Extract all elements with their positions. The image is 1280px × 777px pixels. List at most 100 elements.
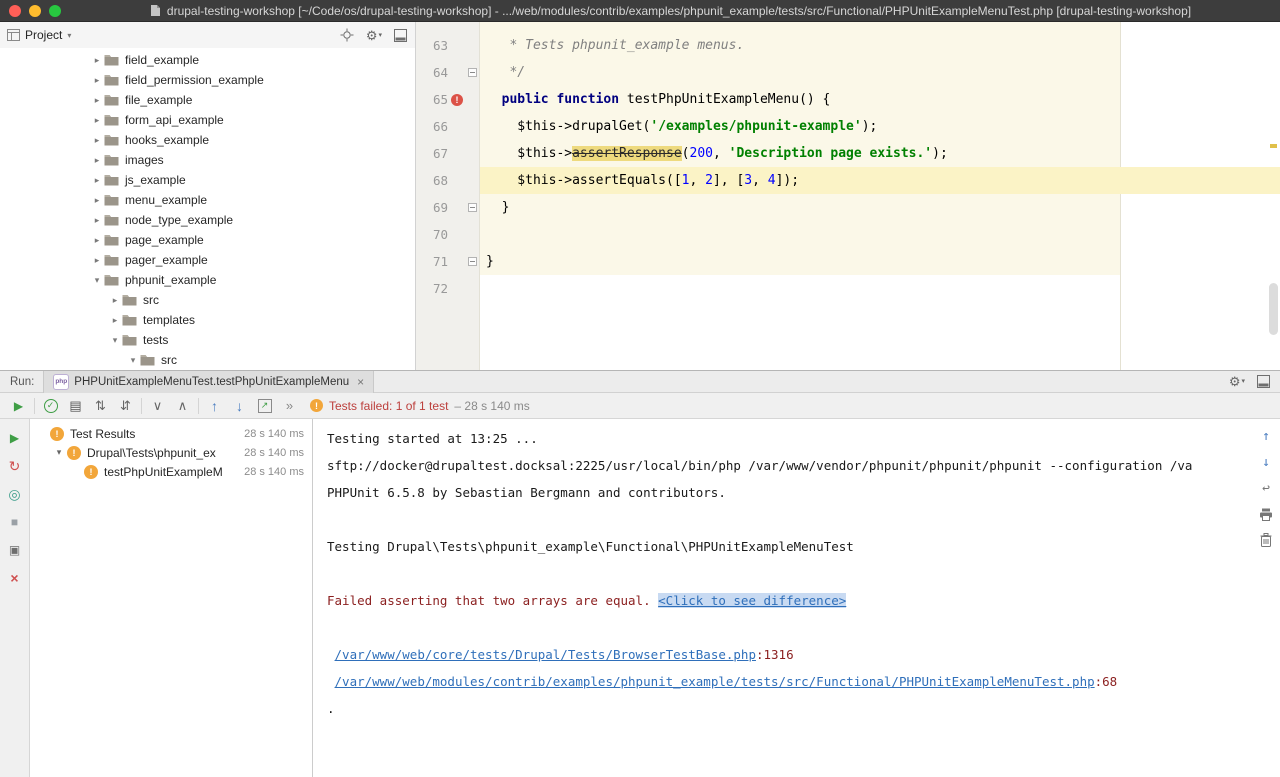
chevron-right-icon[interactable]: ▸	[90, 75, 104, 86]
code-line[interactable]: }	[480, 194, 1280, 221]
tree-item-js_example[interactable]: ▸js_example	[0, 170, 415, 190]
fold-marker-icon[interactable]	[468, 68, 477, 77]
chevron-right-icon[interactable]: ▸	[90, 155, 104, 166]
project-panel-title[interactable]: Project	[25, 28, 62, 42]
show-passed-button[interactable]: ✓	[38, 395, 63, 417]
chevron-right-icon[interactable]: ▸	[90, 95, 104, 106]
console-link[interactable]: /var/www/web/core/tests/Drupal/Tests/Bro…	[335, 647, 756, 662]
run-console[interactable]: Testing started at 13:25 ...sftp://docke…	[313, 419, 1280, 777]
scrollbar-thumb[interactable]	[1269, 283, 1278, 335]
console-link[interactable]: <Click to see difference>	[658, 593, 846, 608]
sort-by-duration-button[interactable]: ⇅	[88, 395, 113, 417]
rerun-failed-tests-button[interactable]: ↻	[4, 455, 26, 477]
sort-alphabetically-button[interactable]: ⇵	[113, 395, 138, 417]
chevron-down-icon[interactable]: ▾	[90, 275, 104, 286]
test-item-label: Test Results	[70, 427, 238, 441]
chevron-right-icon[interactable]: ▸	[90, 195, 104, 206]
soft-wrap-button[interactable]: ↩	[1257, 479, 1275, 497]
expand-all-button[interactable]: ∨	[145, 395, 170, 417]
hide-panel-button[interactable]	[394, 29, 407, 42]
import-export-results-button[interactable]: ↗	[252, 395, 277, 417]
code-line[interactable]: public function testPhpUnitExampleMenu()…	[480, 86, 1280, 113]
toggle-auto-test-button[interactable]: ◎	[4, 483, 26, 505]
tree-item-menu_example[interactable]: ▸menu_example	[0, 190, 415, 210]
fold-marker-icon[interactable]	[468, 257, 477, 266]
chevron-right-icon[interactable]: ▸	[90, 215, 104, 226]
chevron-right-icon[interactable]: ▸	[90, 255, 104, 266]
chevron-right-icon[interactable]: ▸	[90, 175, 104, 186]
code-line[interactable]: $this->drupalGet('/examples/phpunit-exam…	[480, 113, 1280, 140]
print-console-button[interactable]	[1257, 505, 1275, 523]
close-window-button[interactable]	[9, 5, 21, 17]
next-failed-test-button[interactable]: ↓	[227, 395, 252, 417]
tree-item-field_permission_example[interactable]: ▸field_permission_example	[0, 70, 415, 90]
tree-item-hooks_example[interactable]: ▸ hooks_example	[0, 130, 415, 150]
show-ignored-button[interactable]: ▤	[63, 395, 88, 417]
run-panel: Run: php PHPUnitExampleMenuTest.testPhpU…	[0, 370, 1280, 777]
tree-item-node_type_example[interactable]: ▸node_type_example	[0, 210, 415, 230]
tree-item-form_api_example[interactable]: ▸form_api_example	[0, 110, 415, 130]
code-line[interactable]: */	[480, 59, 1280, 86]
hide-run-panel-button[interactable]	[1257, 375, 1270, 388]
code-line[interactable]: $this->assertEquals([1, 2], [3, 4]);	[480, 167, 1280, 194]
locate-file-button[interactable]	[340, 28, 354, 42]
run-settings-button[interactable]: ⚙▾	[1229, 375, 1245, 388]
previous-failed-test-button[interactable]: ↑	[202, 395, 227, 417]
test-tree-item[interactable]: !Test Results28 s 140 ms	[30, 424, 312, 443]
tree-item-images[interactable]: ▸images	[0, 150, 415, 170]
gutter-row: 67	[422, 140, 479, 167]
chevron-down-icon[interactable]: ▾	[126, 355, 140, 366]
test-failed-gutter-icon[interactable]: !	[451, 94, 463, 106]
code-pane[interactable]: * Tests phpunit_example menus. */ public…	[480, 22, 1280, 370]
chevron-right-icon[interactable]: ▸	[90, 135, 104, 146]
minimize-window-button[interactable]	[29, 5, 41, 17]
fold-marker-icon[interactable]	[468, 203, 477, 212]
code-line[interactable]	[480, 221, 1280, 248]
tree-item-templates[interactable]: ▸templates	[0, 310, 415, 330]
tree-item-page_example[interactable]: ▸page_example	[0, 230, 415, 250]
tree-item-src[interactable]: ▸src	[0, 290, 415, 310]
tree-item-label: hooks_example	[125, 133, 209, 147]
gutter-icon-slot: !	[448, 94, 466, 106]
collapse-all-button[interactable]: ∧	[170, 395, 195, 417]
code-line[interactable]: }	[480, 248, 1280, 275]
chevron-right-icon[interactable]: ▸	[108, 315, 122, 326]
restore-layout-button[interactable]: ▣	[4, 539, 26, 561]
close-panel-button[interactable]: ×	[4, 567, 26, 589]
tree-item-field_example[interactable]: ▸field_example	[0, 50, 415, 70]
zoom-window-button[interactable]	[49, 5, 61, 17]
editor-scrollbar[interactable]	[1266, 22, 1280, 370]
tree-item-tests[interactable]: ▾tests	[0, 330, 415, 350]
code-line[interactable]: * Tests phpunit_example menus.	[480, 32, 1280, 59]
code-text: ], [	[713, 173, 744, 188]
tree-item-file_example[interactable]: ▸file_example	[0, 90, 415, 110]
titlebar: drupal-testing-workshop [~/Code/os/drupa…	[0, 0, 1280, 22]
tree-item-phpunit_example[interactable]: ▾phpunit_example	[0, 270, 415, 290]
chevron-right-icon[interactable]: ▸	[90, 115, 104, 126]
chevron-down-icon[interactable]: ▾	[108, 335, 122, 346]
chevron-down-icon[interactable]: ▾	[53, 447, 65, 458]
tree-item-src[interactable]: ▾src	[0, 350, 415, 370]
jump-to-next-button[interactable]: ↓	[1257, 453, 1275, 471]
tree-item-pager_example[interactable]: ▸pager_example	[0, 250, 415, 270]
code-line[interactable]	[480, 275, 1280, 302]
warning-stripe-mark[interactable]	[1270, 144, 1277, 148]
jump-to-previous-button[interactable]: ↑	[1257, 427, 1275, 445]
chevron-down-icon[interactable]: ▾	[67, 31, 71, 40]
run-tab[interactable]: php PHPUnitExampleMenuTest.testPhpUnitEx…	[43, 371, 374, 393]
close-icon[interactable]: ×	[357, 375, 364, 389]
code-line[interactable]: $this->assertResponse(200, 'Description …	[480, 140, 1280, 167]
chevron-right-icon[interactable]: ▸	[108, 295, 122, 306]
chevron-right-icon[interactable]: ▸	[90, 55, 104, 66]
stop-button[interactable]: ■	[4, 511, 26, 533]
chevron-right-icon[interactable]: ▸	[90, 235, 104, 246]
settings-button[interactable]: ⚙▾	[366, 29, 382, 42]
clear-console-button[interactable]	[1257, 531, 1275, 549]
more-actions-button[interactable]: »	[277, 395, 302, 417]
console-link[interactable]: /var/www/web/modules/contrib/examples/ph…	[335, 674, 1095, 689]
rerun-button[interactable]: ▶	[6, 395, 31, 417]
console-text: Testing Drupal\Tests\phpunit_example\Fun…	[327, 539, 854, 554]
test-tree-item[interactable]: !testPhpUnitExampleM28 s 140 ms	[30, 462, 312, 481]
test-tree-item[interactable]: ▾!Drupal\Tests\phpunit_ex28 s 140 ms	[30, 443, 312, 462]
rerun-test-button[interactable]: ▶	[4, 427, 26, 449]
